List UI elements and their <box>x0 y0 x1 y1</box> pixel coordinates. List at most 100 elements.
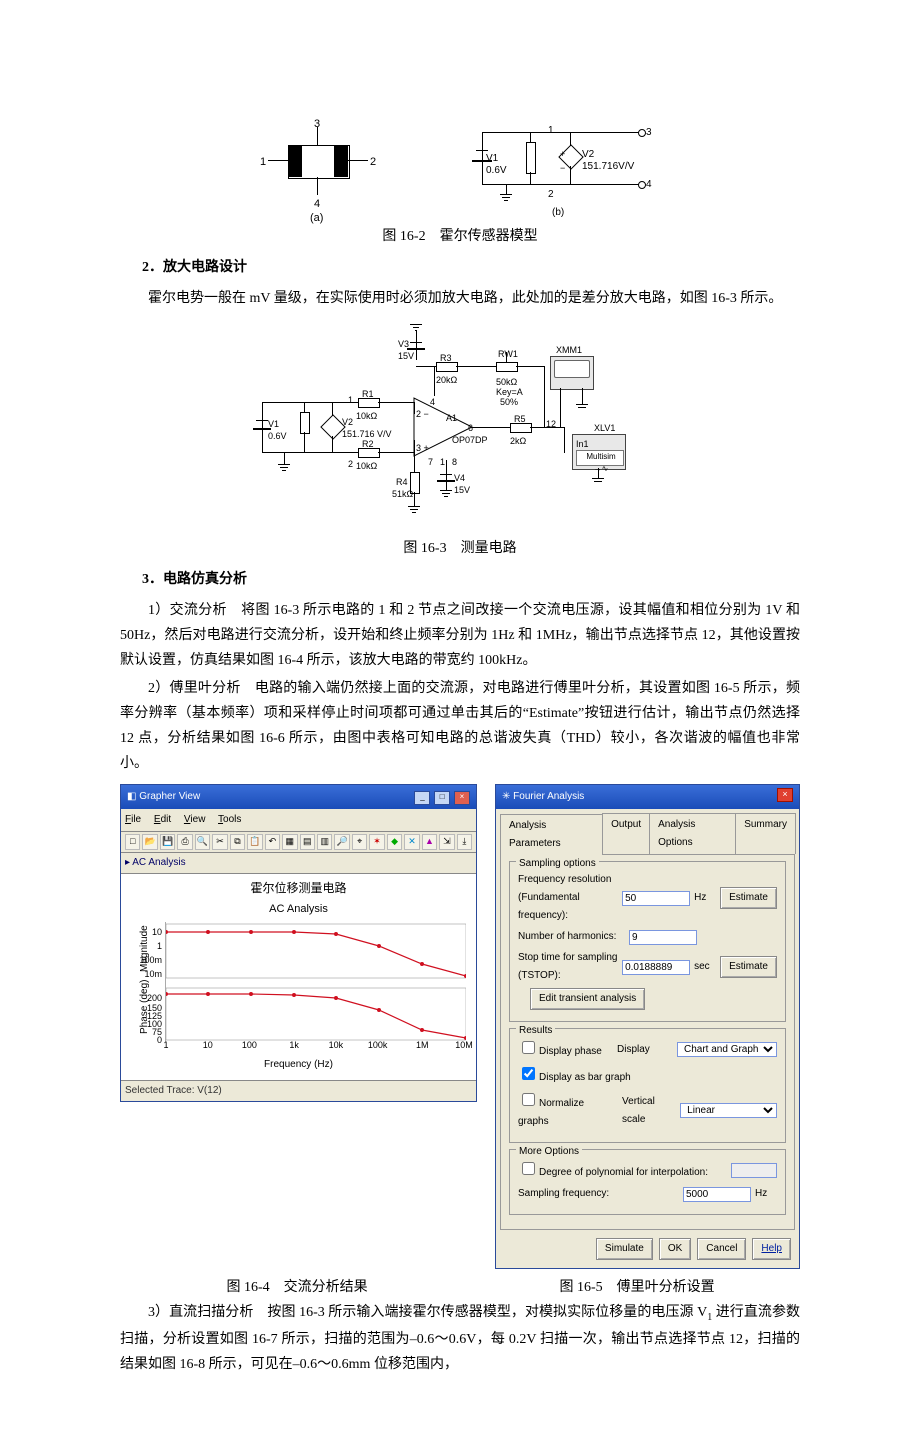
maximize-button[interactable]: □ <box>434 791 450 805</box>
chart-subtitle: AC Analysis <box>127 900 470 920</box>
tab-analysis-options[interactable]: Analysis Options <box>649 813 736 854</box>
vscale-label: Vertical scale <box>622 1093 676 1129</box>
fig162-a: 1 2 3 4 (a) <box>260 115 380 215</box>
grapher-view-window: ◧ Grapher View _ □ × FFileile Edit View … <box>120 784 477 1101</box>
fourier-dialog: ✳ Fourier Analysis × Analysis Parameters… <box>495 784 800 1269</box>
group-sampling: Sampling options Frequency resolution (F… <box>509 861 786 1022</box>
freq-res-input[interactable] <box>622 891 690 906</box>
degree-check[interactable]: Degree of polynomial for interpolation: <box>518 1159 708 1182</box>
pin4: 4 <box>646 176 652 194</box>
display-phase-check[interactable]: Display phase <box>518 1038 602 1061</box>
tb-copy[interactable]: ⧉ <box>230 834 245 850</box>
display-select[interactable]: Chart and Graph <box>677 1042 777 1057</box>
tb-exp2[interactable]: ⤓ <box>457 834 472 850</box>
fourier-tabs[interactable]: Analysis Parameters Output Analysis Opti… <box>496 809 799 854</box>
display-label: Display <box>617 1041 673 1059</box>
grapher-menubar[interactable]: FFileile Edit View Tools <box>121 809 476 832</box>
tab-analysis-parameters[interactable]: Analysis Parameters <box>500 814 603 855</box>
section-3-p1: 1）交流分析 将图 16-3 所示电路的 1 和 2 节点之间改接一个交流电压源… <box>120 598 800 674</box>
num-harm-label: Number of harmonics: <box>518 928 625 946</box>
figure-16-2: 1 2 3 4 (a) V1 0.6V + − V2 <box>120 110 800 249</box>
tb-undo[interactable]: ↶ <box>265 834 280 850</box>
figure-16-3: V3 15V R3 20kΩ RW1 50kΩ Key=A 50% <box>120 322 800 561</box>
tb-c2[interactable]: ◆ <box>387 834 402 850</box>
tab-output[interactable]: Output <box>602 813 650 854</box>
ok-button[interactable]: OK <box>659 1238 691 1260</box>
pin2: 2 <box>548 186 554 204</box>
close-button[interactable]: × <box>454 791 470 805</box>
tb-c3[interactable]: ✕ <box>404 834 419 850</box>
grapher-status: Selected Trace: V(12) <box>121 1080 476 1101</box>
fig162-b: V1 0.6V + − V2 151.716V/V <box>470 110 660 220</box>
normalize-check[interactable]: Normalize graphs <box>518 1090 614 1131</box>
pin-2-label: 2 <box>370 153 376 173</box>
fig164-caption: 图 16-4 交流分析结果 <box>120 1275 474 1300</box>
sampfreq-label: Sampling frequency: <box>518 1185 679 1203</box>
degree-input[interactable] <box>731 1163 777 1178</box>
pin3: 3 <box>646 124 652 142</box>
tb-save[interactable]: 💾 <box>160 834 175 850</box>
tb-c1[interactable]: ✶ <box>369 834 384 850</box>
num-harm-input[interactable] <box>629 930 697 945</box>
tb-c4[interactable]: ▲ <box>422 834 437 850</box>
chart-title: 霍尔位移测量电路 <box>127 878 470 900</box>
fig163-caption: 图 16-3 测量电路 <box>120 536 800 561</box>
app-icon: ◧ <box>127 791 136 802</box>
tb-open[interactable]: 📂 <box>142 834 157 850</box>
tab-summary[interactable]: Summary <box>735 813 796 854</box>
section-3-p3: 3）直流扫描分析 按图 16-3 所示输入端接霍尔传感器模型，对模拟实际位移量的… <box>120 1300 800 1377</box>
section-2-head: 2．放大电路设计 <box>142 255 800 280</box>
tb-print[interactable]: ⎙ <box>177 834 192 850</box>
pin1: 1 <box>548 122 554 140</box>
fourier-titlebar[interactable]: ✳ Fourier Analysis × <box>496 785 799 809</box>
vscale-select[interactable]: Linear <box>680 1103 777 1118</box>
fig162b-sub: (b) <box>552 204 564 222</box>
group-results: Results Display phase Display Chart and … <box>509 1028 786 1143</box>
group-more: More Options Degree of polynomial for in… <box>509 1149 786 1215</box>
fig162-caption: 图 16-2 霍尔传感器模型 <box>120 224 800 249</box>
pin-1-label: 1 <box>260 153 266 173</box>
section-3-head: 3．电路仿真分析 <box>142 567 800 592</box>
menu-edit[interactable]: Edit <box>154 814 171 825</box>
tstop-input[interactable] <box>622 960 690 975</box>
x-axis-label: Frequency (Hz) <box>127 1056 470 1074</box>
tb-new[interactable]: □ <box>125 834 140 850</box>
grapher-toolbar[interactable]: □ 📂 💾 ⎙ 🔍 ✂ ⧉ 📋 ↶ ▦ ▤ ▥ 🔎 ⌖ ✶ ◆ ✕ ▲ ⇲ ⤓ <box>121 832 476 853</box>
fourier-title: Fourier Analysis <box>513 791 584 802</box>
tb-zoom[interactable]: 🔎 <box>334 834 349 850</box>
grapher-titlebar[interactable]: ◧ Grapher View _ □ × <box>121 785 476 809</box>
help-button[interactable]: Help <box>752 1238 791 1260</box>
tb-grid3[interactable]: ▥ <box>317 834 332 850</box>
display-bar-check[interactable]: Display as bar graph <box>518 1064 631 1087</box>
menu-file[interactable]: FFileile <box>125 814 141 825</box>
v2-val: 151.716V/V <box>582 158 634 176</box>
estimate-freq-button[interactable]: Estimate <box>720 887 777 909</box>
freq-res-label: Frequency resolution (Fundamental freque… <box>518 871 618 925</box>
cancel-button[interactable]: Cancel <box>697 1238 746 1260</box>
grapher-tab[interactable]: ▸ AC Analysis <box>121 853 476 874</box>
sampfreq-input[interactable] <box>683 1187 751 1202</box>
pin-3-label: 3 <box>314 115 320 135</box>
tb-grid1[interactable]: ▦ <box>282 834 297 850</box>
tb-preview[interactable]: 🔍 <box>195 834 210 850</box>
tstop-label: Stop time for sampling (TSTOP): <box>518 949 618 985</box>
menu-tools[interactable]: Tools <box>218 814 241 825</box>
close-button[interactable]: × <box>777 788 793 802</box>
section-3-p2: 2）傅里叶分析 电路的输入端仍然接上面的交流源，对电路进行傅里叶分析，其设置如图… <box>120 676 800 777</box>
estimate-tstop-button[interactable]: Estimate <box>720 956 777 978</box>
ac-analysis-chart: Magnitude Phase (deg) 10 1 100m 10m 200 … <box>165 922 464 1042</box>
simulate-button[interactable]: Simulate <box>596 1238 653 1260</box>
grapher-title: Grapher View <box>139 791 200 802</box>
edit-transient-button[interactable]: Edit transient analysis <box>530 988 645 1010</box>
tb-cursor[interactable]: ⌖ <box>352 834 367 850</box>
fig165-caption: 图 16-5 傅里叶分析设置 <box>474 1275 800 1300</box>
minimize-button[interactable]: _ <box>414 791 430 805</box>
tb-grid2[interactable]: ▤ <box>300 834 315 850</box>
section-2-para: 霍尔电势一般在 mV 量级，在实际使用时必须加放大电路，此处加的是差分放大电路，… <box>120 286 800 311</box>
menu-view[interactable]: View <box>184 814 206 825</box>
v1-val: 0.6V <box>486 162 507 180</box>
tb-paste[interactable]: 📋 <box>247 834 262 850</box>
tb-exp1[interactable]: ⇲ <box>439 834 454 850</box>
fig162a-sub: (a) <box>310 209 323 229</box>
tb-cut[interactable]: ✂ <box>212 834 227 850</box>
